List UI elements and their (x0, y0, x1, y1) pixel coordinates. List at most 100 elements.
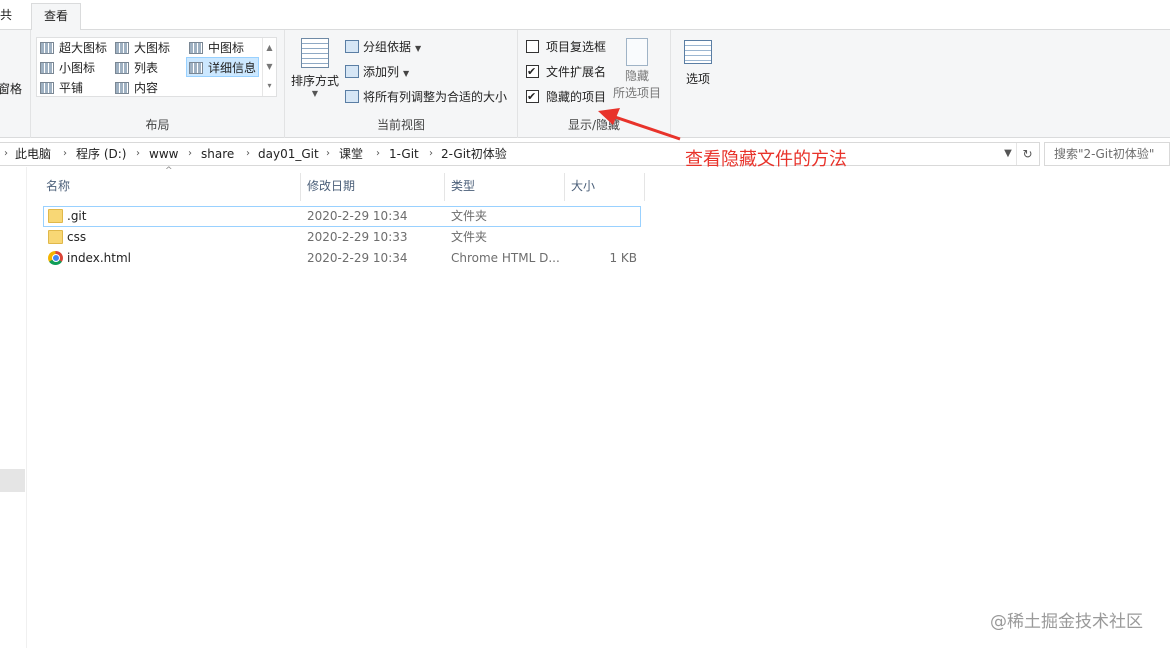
fit-columns-button[interactable]: 将所有列调整为合适的大小 (345, 87, 507, 107)
group-title-show-hide: 显示/隐藏 (567, 118, 621, 132)
file-size: 1 KB (609, 251, 637, 265)
column-header-date[interactable]: 修改日期 (301, 173, 445, 201)
layout-content[interactable]: 内容 (115, 78, 158, 98)
layout-tiles[interactable]: 平铺 (40, 78, 83, 98)
scroll-down-icon[interactable]: ▼ (263, 57, 276, 76)
breadcrumb-chevron-icon[interactable]: › (376, 143, 380, 165)
file-row[interactable]: .git 2020-2-29 10:34 文件夹 (43, 206, 641, 227)
address-bar[interactable]: › 此电脑 › 程序 (D:) › www › share › day01_Gi… (0, 142, 1040, 166)
search-input[interactable]: 搜索"2-Git初体验" (1044, 142, 1170, 166)
hide-selected-label-2: 所选项目 (612, 86, 661, 100)
file-date: 2020-2-29 10:33 (307, 230, 408, 244)
item-checkboxes-toggle[interactable]: 项目复选框 (526, 37, 606, 57)
hide-selected-button[interactable]: 隐藏 所选项目 (612, 38, 662, 102)
tab-share[interactable]: 共享 (0, 3, 24, 30)
item-checkboxes-label: 项目复选框 (546, 40, 607, 54)
chevron-down-icon: ▼ (311, 89, 319, 98)
group-by-button[interactable]: 分组依据 ▼ (345, 37, 421, 57)
breadcrumb-chevron-icon[interactable]: › (326, 143, 330, 165)
hidden-items-label: 隐藏的项目 (546, 90, 607, 104)
chevron-down-icon: ▼ (415, 44, 422, 53)
add-column-button[interactable]: 添加列 ▼ (345, 62, 409, 82)
layout-item-label: 超大图标 (59, 41, 108, 55)
breadcrumb-1-git[interactable]: 1-Git (389, 143, 419, 165)
folder-icon (48, 209, 63, 223)
file-row[interactable]: css 2020-2-29 10:33 文件夹 (43, 227, 641, 248)
hide-selected-icon (626, 38, 648, 66)
breadcrumb-chevron-icon[interactable]: › (63, 143, 67, 165)
extra-large-icons-icon (40, 42, 54, 54)
file-date: 2020-2-29 10:34 (307, 251, 408, 265)
options-icon (684, 40, 712, 64)
hidden-items-toggle[interactable]: 隐藏的项目 (526, 87, 606, 107)
options-button[interactable]: 选项 (676, 40, 720, 87)
small-icons-icon (40, 62, 54, 74)
layout-medium-icons[interactable]: 中图标 (189, 38, 244, 58)
breadcrumb-day01-git[interactable]: day01_Git (258, 143, 319, 165)
breadcrumb-chevron-icon[interactable]: › (4, 143, 8, 165)
checkbox[interactable] (526, 62, 539, 82)
file-type: 文件夹 (451, 230, 488, 244)
column-header-size[interactable]: 大小 (565, 173, 645, 201)
layout-item-label: 小图标 (59, 61, 96, 75)
file-type: 文件夹 (451, 209, 488, 223)
folder-icon (48, 230, 63, 244)
file-extensions-toggle[interactable]: 文件扩展名 (526, 62, 606, 82)
navigation-selected-item[interactable] (0, 469, 25, 492)
checkbox[interactable] (526, 87, 539, 107)
file-name: .git (67, 209, 87, 223)
details-icon (189, 62, 203, 74)
group-current-view: 排序方式 ▼ 分组依据 ▼ 添加列 ▼ 将所有列调整为合适的大小 当前视图 (285, 30, 518, 138)
pane-button[interactable]: 窗格 (0, 80, 24, 98)
layout-item-label: 列表 (134, 61, 159, 75)
layout-large-icons[interactable]: 大图标 (115, 38, 170, 58)
breadcrumb-this-pc[interactable]: 此电脑 (15, 143, 51, 165)
layout-list[interactable]: 列表 (115, 58, 158, 78)
watermark: @稀土掘金技术社区 (990, 612, 1143, 632)
pane-label: 窗格 (0, 82, 22, 96)
gallery-expand-icon[interactable]: ▾ (263, 76, 276, 95)
chevron-down-icon: ▼ (403, 69, 410, 78)
file-type: Chrome HTML D... (451, 251, 560, 265)
group-title-current-view: 当前视图 (376, 118, 425, 132)
breadcrumb-chevron-icon[interactable]: › (136, 143, 140, 165)
group-layout: 超大图标 大图标 中图标 小图标 列表 详细信息 平铺 内容 ▲ ▼ ▾ 布局 (31, 30, 285, 138)
breadcrumb-drive-d[interactable]: 程序 (D:) (76, 143, 126, 165)
annotation-text: 查看隐藏文件的方法 (685, 149, 847, 170)
breadcrumb-share[interactable]: share (201, 143, 234, 165)
tab-share-label: 共享 (0, 8, 13, 22)
file-date: 2020-2-29 10:34 (307, 209, 408, 223)
fit-columns-label: 将所有列调整为合适的大小 (363, 90, 508, 104)
file-name: index.html (67, 251, 131, 265)
column-header-type[interactable]: 类型 (445, 173, 565, 201)
address-history-dropdown-icon[interactable]: ▼ (1000, 143, 1016, 165)
content-icon (115, 82, 129, 94)
breadcrumb-chevron-icon[interactable]: › (188, 143, 192, 165)
breadcrumb-chevron-icon[interactable]: › (429, 143, 433, 165)
navigation-pane[interactable] (0, 167, 27, 648)
sort-by-icon (301, 38, 329, 68)
file-extensions-label: 文件扩展名 (546, 65, 607, 79)
file-row[interactable]: index.html 2020-2-29 10:34 Chrome HTML D… (43, 248, 641, 269)
sort-by-button[interactable]: 排序方式 ▼ (289, 38, 341, 98)
layout-gallery-scroll[interactable]: ▲ ▼ ▾ (262, 38, 276, 96)
scroll-up-icon[interactable]: ▲ (263, 38, 276, 57)
layout-item-label: 中图标 (208, 41, 245, 55)
tiles-icon (40, 82, 54, 94)
breadcrumb-chevron-icon[interactable]: › (246, 143, 250, 165)
layout-extra-large-icons[interactable]: 超大图标 (40, 38, 107, 58)
layout-gallery: 超大图标 大图标 中图标 小图标 列表 详细信息 平铺 内容 ▲ ▼ ▾ (36, 37, 277, 97)
refresh-icon[interactable]: ↻ (1016, 143, 1038, 165)
layout-details[interactable]: 详细信息 (186, 57, 260, 77)
layout-small-icons[interactable]: 小图标 (40, 58, 95, 78)
tab-view[interactable]: 查看 (31, 3, 81, 31)
breadcrumb-2-git[interactable]: 2-Git初体验 (441, 143, 507, 165)
layout-item-label: 平铺 (59, 81, 84, 95)
checkbox[interactable] (526, 40, 539, 53)
ribbon-tab-strip: 共享 查看 (0, 0, 1170, 31)
breadcrumb-classroom[interactable]: 课堂 (339, 143, 363, 165)
column-header-name[interactable]: 名称 (40, 173, 301, 201)
list-icon (115, 62, 129, 74)
breadcrumb-www[interactable]: www (149, 143, 178, 165)
file-name: css (67, 230, 87, 244)
